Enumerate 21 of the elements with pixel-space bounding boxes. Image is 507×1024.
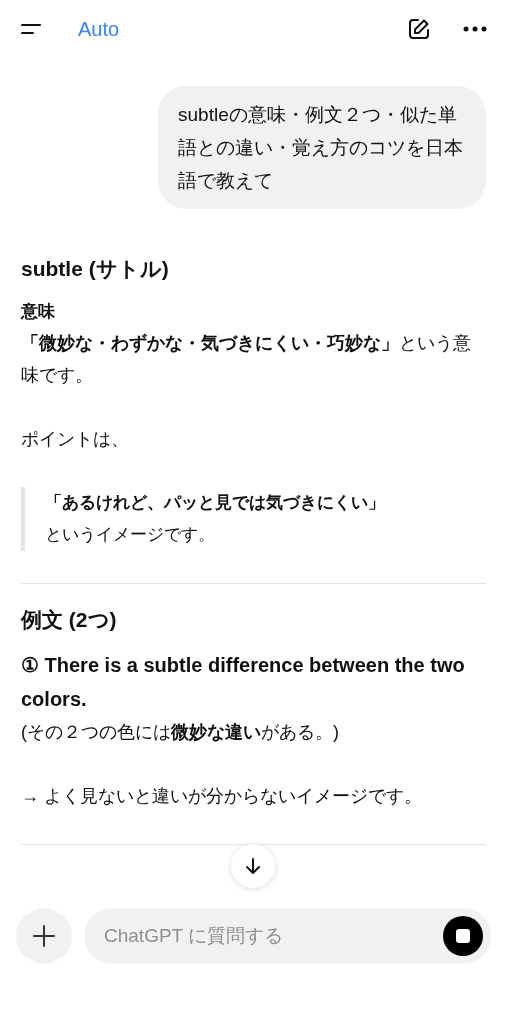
paragraph: (その２つの色には微妙な違いがある。) [21, 721, 340, 744]
paragraph: ポイントは、 [21, 428, 130, 451]
quote-line: 「あるけれど、パッと見では気づきにくい」 [45, 492, 386, 514]
stop-icon [456, 929, 470, 943]
quote-line: というイメージです。 [45, 524, 216, 546]
paragraph: → よく見ないと違いが分からないイメージです。 [21, 785, 423, 808]
menu-icon[interactable] [20, 22, 42, 36]
plus-icon [33, 925, 55, 947]
paragraph: 「微妙な・わずかな・気づきにくい・巧妙な」という意味です。 [21, 332, 472, 387]
more-icon[interactable] [463, 26, 487, 32]
model-selector[interactable]: Auto [78, 14, 120, 44]
user-message-bubble: subtleの意味・例文２つ・似た単語との違い・覚え方のコツを日本語で教えて [158, 86, 486, 209]
subheading: 意味 [21, 301, 56, 323]
scroll-down-button[interactable] [231, 844, 275, 888]
section-heading: 例文 (2つ) [21, 607, 118, 633]
edit-icon[interactable] [407, 17, 431, 41]
arrow-down-icon [244, 857, 262, 875]
message-input[interactable]: ChatGPT に質問する [84, 908, 491, 964]
example-sentence: ① There is a subtle difference between the two colors. [21, 653, 466, 712]
section-heading: subtle (サトル) [21, 256, 170, 282]
add-button[interactable] [16, 908, 72, 964]
